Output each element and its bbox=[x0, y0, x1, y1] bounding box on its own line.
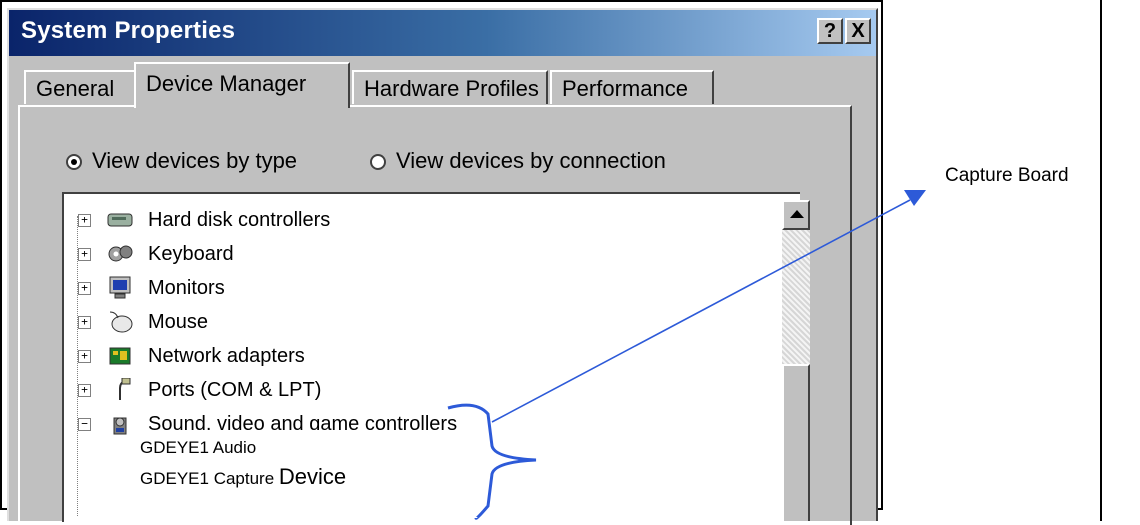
callout-arrow-line bbox=[491, 199, 911, 423]
arrow-head-icon bbox=[904, 190, 926, 206]
curly-brace bbox=[447, 403, 537, 520]
tab-device-manager[interactable]: Device Manager bbox=[134, 62, 350, 108]
